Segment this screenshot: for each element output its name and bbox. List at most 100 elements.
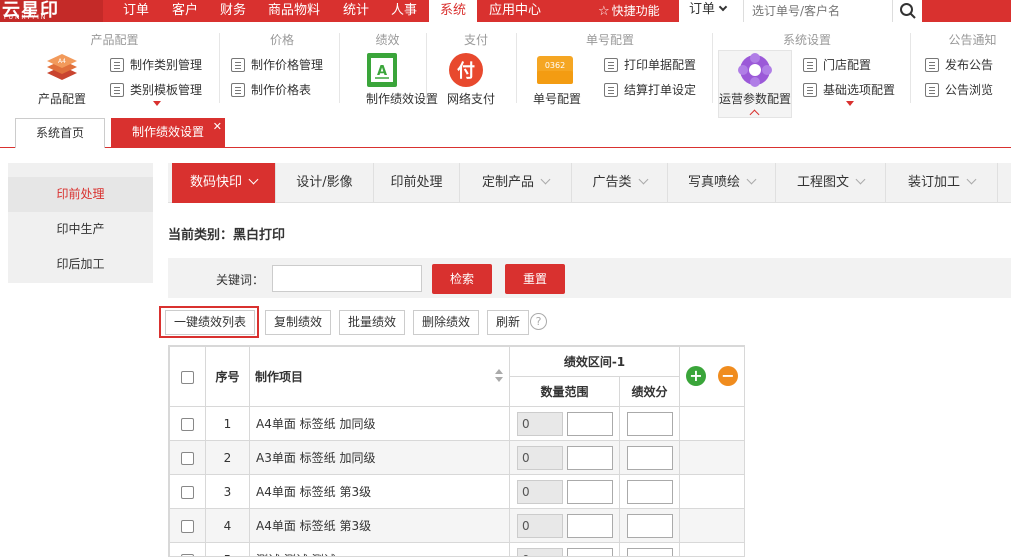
chevron-down-icon: [966, 174, 977, 185]
perf-setting-button[interactable]: A 制作绩效设置: [366, 50, 438, 106]
row-checkbox[interactable]: [181, 417, 194, 431]
nav-system[interactable]: 系统: [429, 0, 477, 22]
qty-to-input[interactable]: [566, 479, 613, 504]
nav-hr[interactable]: 人事: [381, 0, 427, 22]
product-config-button[interactable]: A4 产品配置: [33, 50, 91, 106]
row-select[interactable]: [169, 440, 206, 475]
qty-to-input[interactable]: [566, 547, 613, 556]
nav-orders[interactable]: 订单: [113, 0, 159, 22]
copy-perf-button[interactable]: 复制绩效: [265, 310, 332, 335]
group-divider: [910, 33, 911, 103]
price-mgmt-link[interactable]: 制作价格管理: [231, 56, 323, 74]
header-interval: 绩效区间-1: [509, 346, 680, 377]
row-select[interactable]: [169, 542, 206, 556]
document-icon: [110, 83, 124, 97]
nav-customers[interactable]: 客户: [162, 0, 208, 22]
checkout-print-setting-link[interactable]: 结算打单设定: [604, 81, 696, 99]
reset-button[interactable]: 重置: [505, 264, 565, 294]
table-row: 2 A3单面 标签纸 加同级 0: [169, 440, 744, 475]
tab-photo-inkjet[interactable]: 写真喷绘: [668, 163, 776, 203]
document-icon: [925, 58, 939, 72]
online-pay-button[interactable]: 付 网络支付: [446, 50, 496, 106]
add-interval-button[interactable]: +: [686, 366, 706, 386]
sort-icon[interactable]: [495, 369, 503, 374]
row-score: [619, 508, 680, 543]
logo: 云星印 YUNXIYIN: [0, 0, 103, 22]
chevron-down-icon: [638, 174, 648, 185]
row-checkbox[interactable]: [181, 519, 194, 533]
row-controls: [679, 542, 744, 556]
refresh-button[interactable]: 刷新: [487, 310, 530, 335]
tab-engineering-docs[interactable]: 工程图文: [776, 163, 886, 203]
row-select[interactable]: [169, 406, 206, 441]
nav-products-materials[interactable]: 商品物料: [258, 0, 330, 22]
browse-notice-link[interactable]: 公告浏览: [925, 81, 993, 99]
sidebar-item-prepress[interactable]: 印前处理: [8, 177, 153, 212]
publish-notice-link[interactable]: 发布公告: [925, 56, 993, 74]
row-checkbox[interactable]: [181, 553, 194, 556]
category-template-mgmt-link[interactable]: 类别模板管理: [110, 81, 202, 99]
minus-icon: −: [721, 366, 735, 385]
price-table-link[interactable]: 制作价格表: [231, 81, 311, 99]
score-input[interactable]: [626, 547, 673, 556]
tab-perf-setting[interactable]: 制作绩效设置 ✕: [111, 118, 225, 148]
category-mgmt-link[interactable]: 制作类别管理: [110, 56, 202, 74]
row-item: A3单面 标签纸 加同级: [249, 440, 510, 475]
row-select[interactable]: [169, 474, 206, 509]
table-row: 4 A4单面 标签纸 第3级 0: [169, 508, 744, 543]
qty-to-input[interactable]: [566, 513, 613, 538]
number-config-button[interactable]: 0362 单号配置: [530, 50, 584, 106]
search-type-dropdown[interactable]: 订单: [679, 0, 744, 22]
tab-digital-print[interactable]: 数码快印: [172, 163, 276, 203]
caret-down-icon[interactable]: [846, 101, 854, 106]
publish-notice-label: 发布公告: [945, 58, 994, 72]
remove-interval-button[interactable]: −: [718, 366, 738, 386]
tab-system-home[interactable]: 系统首页: [15, 118, 105, 148]
tab-label: 装订加工: [907, 175, 960, 190]
score-input[interactable]: [626, 479, 673, 504]
qty-to-input[interactable]: [566, 411, 613, 436]
tab-advertising[interactable]: 广告类: [572, 163, 668, 203]
sort-icon[interactable]: [495, 377, 503, 382]
keyword-input[interactable]: [272, 265, 422, 292]
row-checkbox[interactable]: [181, 451, 194, 465]
nav-statistics[interactable]: 统计: [333, 0, 379, 22]
score-input[interactable]: [626, 411, 673, 436]
help-icon[interactable]: ?: [530, 313, 547, 330]
sidebar-item-postpress[interactable]: 印后加工: [8, 247, 153, 282]
row-select[interactable]: [169, 508, 206, 543]
table-row: 1 A4单面 标签纸 加同级 0: [169, 406, 744, 441]
delete-perf-button[interactable]: 删除绩效: [413, 310, 480, 335]
row-controls: [679, 474, 744, 509]
tab-label: 定制产品: [481, 175, 534, 190]
ops-param-config-button[interactable]: 运营参数配置: [718, 50, 792, 120]
tab-binding[interactable]: 装订加工: [886, 163, 998, 203]
close-icon[interactable]: ✕: [213, 112, 222, 141]
nav-app-center[interactable]: 应用中心: [479, 0, 551, 22]
search-button[interactable]: [892, 0, 922, 22]
tab-prepress[interactable]: 印前处理: [374, 163, 460, 203]
header-select-all[interactable]: [169, 346, 206, 407]
print-slip-config-label: 打印单据配置: [624, 58, 697, 72]
search-input[interactable]: [744, 0, 892, 22]
print-slip-config-link[interactable]: 打印单据配置: [604, 56, 696, 74]
header-item[interactable]: 制作项目: [249, 346, 510, 407]
basic-option-config-link[interactable]: 基础选项配置: [803, 81, 895, 99]
row-checkbox[interactable]: [181, 485, 194, 499]
nav-finance[interactable]: 财务: [210, 0, 256, 22]
score-input[interactable]: [626, 513, 673, 538]
batch-perf-button[interactable]: 批量绩效: [339, 310, 406, 335]
store-config-link[interactable]: 门店配置: [803, 56, 871, 74]
tab-design-imaging[interactable]: 设计/影像: [276, 163, 374, 203]
group-title-system-settings: 系统设置: [782, 33, 831, 47]
tab-custom-products[interactable]: 定制产品: [460, 163, 572, 203]
tab-label: 写真喷绘: [687, 175, 740, 190]
select-all-checkbox[interactable]: [181, 370, 194, 384]
sidebar-item-in-production[interactable]: 印中生产: [8, 212, 153, 247]
search-submit-button[interactable]: 检索: [432, 264, 492, 294]
score-input[interactable]: [626, 445, 673, 470]
qty-to-input[interactable]: [566, 445, 613, 470]
tab-label: 数码快印: [189, 175, 242, 190]
quick-functions[interactable]: ☆ 快捷功能: [598, 0, 660, 22]
caret-down-icon[interactable]: [153, 101, 161, 106]
